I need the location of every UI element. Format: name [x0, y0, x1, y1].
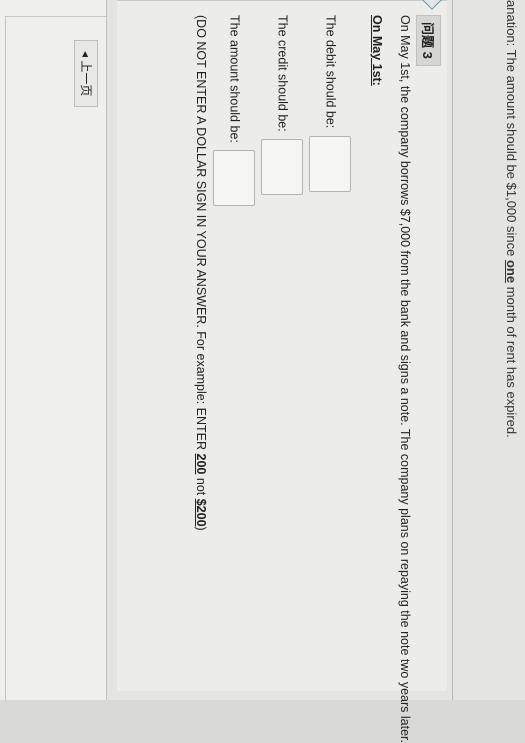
debit-label: The debit should be: [323, 15, 338, 129]
rotated-page: anation: The amount should be $1,000 sin… [0, 0, 525, 743]
navigation-panel: ◂ 上一页 [0, 0, 107, 701]
dollar-sign-note: (DO NOT ENTER A DOLLAR SIGN IN YOUR ANSW… [194, 15, 208, 531]
amount-label: The amount should be: [227, 15, 242, 143]
debit-input[interactable] [309, 135, 351, 192]
credit-input[interactable] [261, 139, 303, 196]
explanation-text: anation: The amount should be $1,000 sin… [504, 0, 519, 700]
question-paragraph: On May 1st, the company borrows $7,000 f… [398, 15, 412, 743]
note-example-wrong: $200 [194, 498, 208, 527]
debit-row: The debit should be: [309, 15, 351, 192]
question-flag-icon[interactable] [422, 0, 442, 10]
explanation-suffix: month of rent has expired. [504, 283, 519, 438]
note-prefix: (DO NOT ENTER A DOLLAR SIGN IN YOUR ANSW… [194, 15, 208, 454]
previous-page-button[interactable]: ◂ 上一页 [74, 40, 98, 108]
note-mid: not [194, 474, 208, 499]
date-heading: On May 1st: [370, 15, 384, 86]
note-suffix: ) [194, 526, 208, 531]
credit-row: The credit should be: [261, 15, 303, 196]
amount-row: The amount should be: [213, 15, 255, 207]
navigation-box [5, 16, 106, 701]
note-example-correct: 200 [194, 453, 208, 475]
amount-input[interactable] [213, 150, 255, 207]
explanation-emphasis: one [504, 259, 519, 284]
explanation-prefix: anation: The amount should be $1,000 sin… [504, 0, 519, 260]
question-panel: 问题 3 On May 1st, the company borrows $7,… [117, 0, 447, 743]
question-title: 问题 3 [416, 15, 441, 66]
credit-label: The credit should be: [275, 15, 290, 132]
divider [452, 0, 453, 700]
